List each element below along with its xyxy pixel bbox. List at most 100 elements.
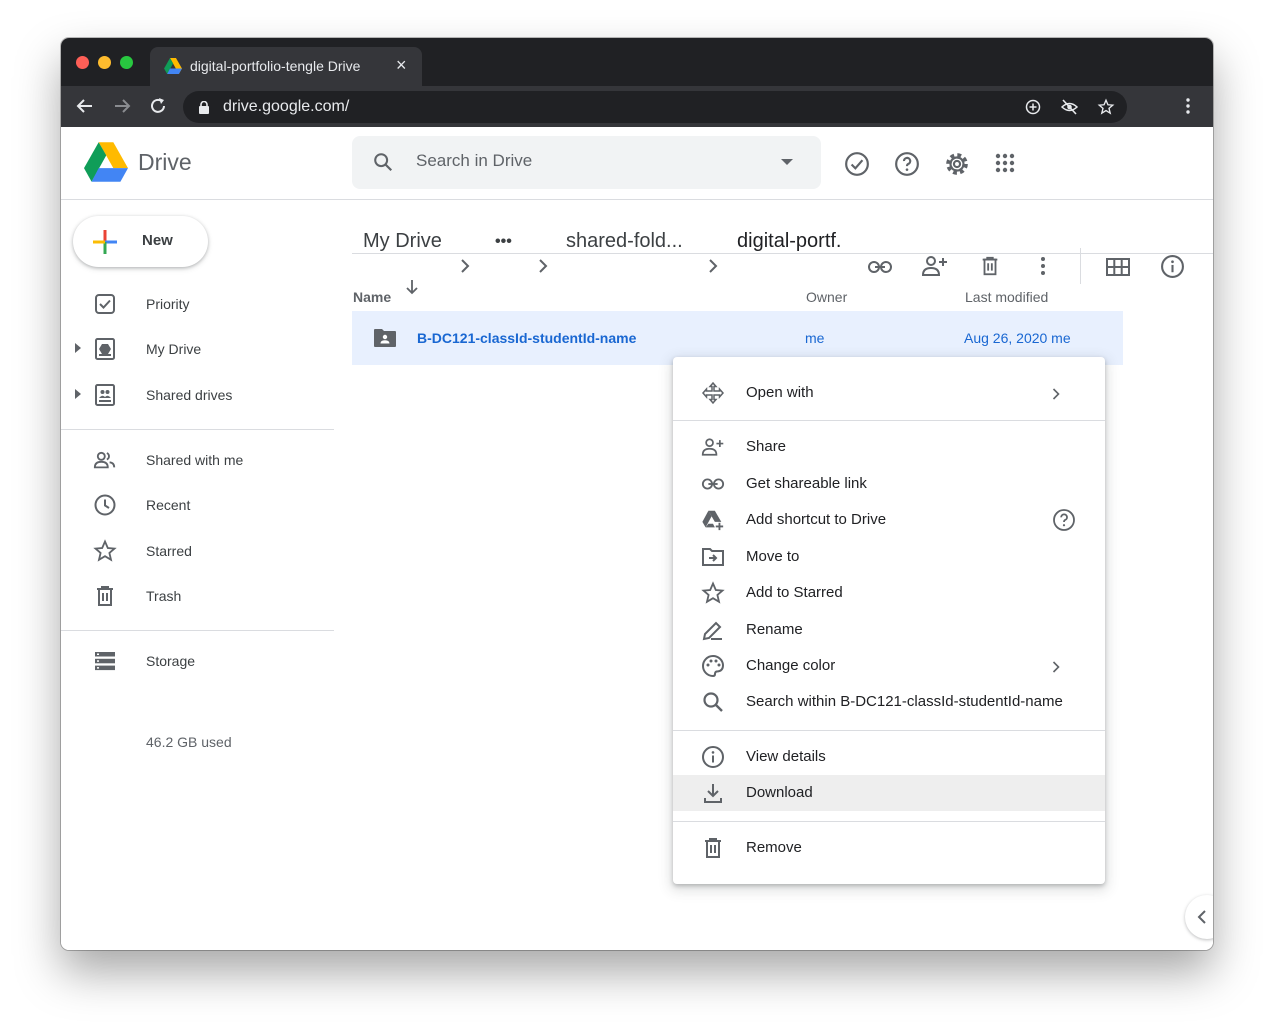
storage-used-text: 46.2 GB used xyxy=(146,734,232,750)
side-panel-toggle-button[interactable] xyxy=(1185,895,1213,939)
info-icon[interactable] xyxy=(1160,254,1185,279)
recent-icon xyxy=(94,494,116,516)
menu-item-view-details[interactable]: View details xyxy=(673,739,1105,775)
menu-divider xyxy=(673,730,1105,731)
rename-icon xyxy=(702,621,722,641)
offline-ready-icon[interactable] xyxy=(844,151,870,177)
add-shortcut-icon xyxy=(702,510,724,531)
expand-caret-icon[interactable] xyxy=(75,343,81,353)
help-icon[interactable] xyxy=(894,151,920,177)
shared-folder-icon xyxy=(374,329,396,347)
share-person-icon[interactable] xyxy=(921,254,949,278)
sidebar-item-label: Storage xyxy=(146,653,196,669)
sort-arrow-down-icon[interactable] xyxy=(404,279,420,295)
browser-window: digital-portfolio-tengle Drive × drive.g… xyxy=(61,38,1213,950)
breadcrumb-current-folder[interactable]: digital-portf. xyxy=(737,230,842,253)
context-menu: Open with Share Get shareable link Add s… xyxy=(673,357,1105,884)
sidebar-item-priority[interactable]: Priority xyxy=(61,284,334,324)
menu-divider xyxy=(673,420,1105,421)
menu-item-label: Get shareable link xyxy=(746,475,867,492)
settings-gear-icon[interactable] xyxy=(944,151,970,177)
chevron-left-icon xyxy=(1197,910,1206,924)
forward-icon[interactable] xyxy=(112,96,132,116)
breadcrumb-shared-folder[interactable]: shared-fold... xyxy=(566,230,683,253)
breadcrumb-divider xyxy=(352,253,1213,254)
sidebar-item-label: Trash xyxy=(146,588,182,604)
share-person-icon xyxy=(701,438,724,456)
sidebar-item-trash[interactable]: Trash xyxy=(61,576,334,616)
menu-item-get-shareable-link[interactable]: Get shareable link xyxy=(673,466,1105,502)
menu-item-add-shortcut[interactable]: Add shortcut to Drive xyxy=(673,502,1105,538)
close-tab-icon[interactable]: × xyxy=(396,55,407,76)
browser-tab[interactable]: digital-portfolio-tengle Drive × xyxy=(150,47,422,86)
expand-caret-icon[interactable] xyxy=(75,389,81,399)
minimize-window-button[interactable] xyxy=(98,56,111,69)
menu-item-label: Rename xyxy=(746,621,803,638)
menu-item-label: Share xyxy=(746,438,787,455)
tracking-eye-off-icon[interactable] xyxy=(1061,99,1078,115)
trash-icon[interactable] xyxy=(979,254,1001,278)
file-last-modified: Aug 26, 2020 me xyxy=(964,330,1071,346)
column-header-last-modified[interactable]: Last modified xyxy=(965,289,1048,305)
sidebar-item-shared-drives[interactable]: Shared drives xyxy=(61,375,334,415)
menu-item-label: Change color xyxy=(746,657,836,674)
menu-item-label: Search within B-DC121-classId-studentId-… xyxy=(746,693,1063,710)
breadcrumb-overflow-button[interactable]: ••• xyxy=(495,233,512,251)
chevron-right-icon xyxy=(539,259,548,273)
file-name[interactable]: B-DC121-classId-studentId-name xyxy=(417,330,636,346)
help-icon[interactable] xyxy=(1052,508,1076,532)
menu-item-download[interactable]: Download xyxy=(673,775,1105,811)
search-options-icon[interactable] xyxy=(780,158,794,167)
new-button[interactable]: New xyxy=(73,216,208,267)
menu-item-rename[interactable]: Rename xyxy=(673,612,1105,648)
app-name[interactable]: Drive xyxy=(138,149,192,176)
sidebar-item-label: Recent xyxy=(146,497,191,513)
move-to-icon xyxy=(702,548,724,566)
menu-item-search-within[interactable]: Search within B-DC121-classId-studentId-… xyxy=(673,684,1105,720)
reload-icon[interactable] xyxy=(148,96,168,116)
menu-item-label: View details xyxy=(746,748,826,765)
breadcrumb-my-drive[interactable]: My Drive xyxy=(363,230,442,253)
link-icon[interactable] xyxy=(867,258,893,276)
menu-item-remove[interactable]: Remove xyxy=(673,830,1105,866)
drive-logo-icon[interactable] xyxy=(84,142,128,182)
install-app-icon[interactable] xyxy=(1025,99,1041,115)
file-owner: me xyxy=(805,330,825,346)
column-header-name[interactable]: Name xyxy=(353,289,391,305)
menu-item-open-with[interactable]: Open with xyxy=(673,375,1105,411)
chevron-right-icon xyxy=(709,259,718,273)
menu-item-change-color[interactable]: Change color xyxy=(673,648,1105,684)
my-drive-icon xyxy=(95,338,115,360)
menu-item-move-to[interactable]: Move to xyxy=(673,539,1105,575)
address-bar[interactable]: drive.google.com/ xyxy=(183,91,1127,123)
column-header-owner: Owner xyxy=(806,289,848,305)
menu-item-add-to-starred[interactable]: Add to Starred xyxy=(673,575,1105,611)
storage-icon xyxy=(95,652,115,671)
sidebar-item-storage[interactable]: Storage xyxy=(61,641,334,681)
browser-menu-icon[interactable] xyxy=(1180,96,1196,116)
sidebar-item-my-drive[interactable]: My Drive xyxy=(61,329,334,369)
menu-item-label: Open with xyxy=(746,384,814,401)
menu-item-share[interactable]: Share xyxy=(673,429,1105,465)
menu-item-label: Add to Starred xyxy=(746,584,843,601)
close-window-button[interactable] xyxy=(76,56,89,69)
sidebar-item-label: Shared drives xyxy=(146,387,233,403)
zoom-window-button[interactable] xyxy=(120,56,133,69)
grid-view-icon[interactable] xyxy=(1105,257,1131,277)
back-icon[interactable] xyxy=(75,96,95,116)
download-icon xyxy=(704,784,722,803)
sidebar-item-starred[interactable]: Starred xyxy=(61,531,334,571)
menu-item-label: Remove xyxy=(746,839,802,856)
menu-item-label: Add shortcut to Drive xyxy=(746,511,887,528)
browser-titlebar: digital-portfolio-tengle Drive × xyxy=(61,38,1213,86)
bookmark-star-icon[interactable] xyxy=(1097,98,1115,116)
more-vert-icon[interactable] xyxy=(1037,255,1049,277)
url-text: drive.google.com/ xyxy=(223,98,350,115)
menu-item-label: Move to xyxy=(746,548,800,565)
sidebar-item-recent[interactable]: Recent xyxy=(61,485,334,525)
apps-grid-icon[interactable] xyxy=(994,152,1016,174)
sidebar-item-shared-with-me[interactable]: Shared with me xyxy=(61,440,334,480)
search-icon[interactable] xyxy=(372,151,394,173)
new-plus-icon xyxy=(93,230,117,254)
search-bar[interactable]: Search in Drive xyxy=(352,136,821,189)
